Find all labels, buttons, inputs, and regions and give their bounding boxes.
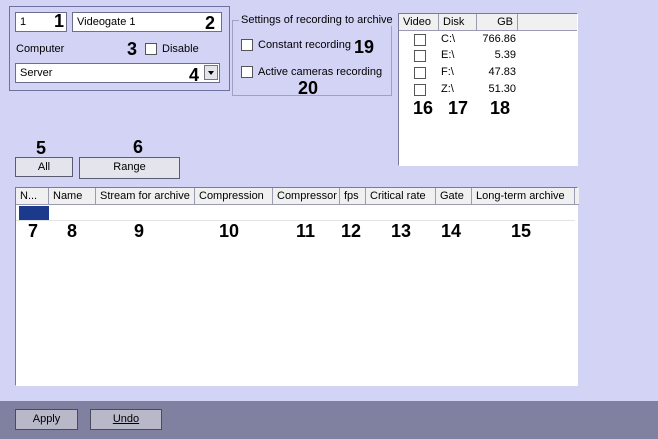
- col-fps[interactable]: fps: [340, 188, 366, 205]
- disk-list[interactable]: Video Disk GB C:\ 766.86 E:\ 5.39 F:\ 47…: [398, 13, 578, 166]
- active-cameras-box[interactable]: [241, 66, 253, 78]
- video-checkbox[interactable]: [414, 34, 426, 46]
- disable-checkbox[interactable]: [145, 43, 157, 58]
- active-cameras-checkbox[interactable]: [241, 66, 253, 81]
- col-compressor[interactable]: Compressor: [273, 188, 340, 205]
- disk-col-video[interactable]: Video: [399, 14, 439, 31]
- video-checkbox[interactable]: [414, 67, 426, 79]
- callout-5: 5: [36, 138, 47, 158]
- col-long-term-archive[interactable]: Long-term archive: [472, 188, 575, 205]
- camera-name-field[interactable]: Videogate 1: [72, 12, 222, 32]
- disk-row[interactable]: F:\ 47.83: [399, 65, 518, 81]
- selected-cell[interactable]: [19, 206, 49, 220]
- callout-16: 16: [413, 98, 434, 118]
- disable-checkbox-box[interactable]: [145, 43, 157, 55]
- callout-10: 10: [219, 221, 240, 241]
- disk-row[interactable]: C:\ 766.86: [399, 32, 518, 48]
- disk-name: F:\: [441, 66, 454, 78]
- disk-gb: 51.30: [488, 83, 516, 95]
- disk-col-disk[interactable]: Disk: [439, 14, 477, 31]
- constant-recording-box[interactable]: [241, 39, 253, 51]
- callout-11: 11: [296, 221, 316, 241]
- col-filler: [575, 188, 579, 205]
- camera-table[interactable]: N... Name Stream for archive Compression…: [15, 187, 579, 386]
- callout-4: 4: [189, 65, 200, 85]
- disk-col-filler: [518, 14, 577, 31]
- disk-name: Z:\: [441, 83, 454, 95]
- callout-19: 19: [354, 37, 375, 57]
- constant-recording-checkbox[interactable]: [241, 39, 253, 54]
- computer-label: Computer: [16, 43, 65, 55]
- callout-13: 13: [391, 221, 412, 241]
- recording-settings-title: Settings of recording to archive: [239, 14, 395, 26]
- callout-9: 9: [134, 221, 145, 241]
- col-compression[interactable]: Compression: [195, 188, 273, 205]
- disk-row[interactable]: E:\ 5.39: [399, 48, 518, 64]
- disk-gb: 5.39: [494, 49, 516, 61]
- callout-12: 12: [341, 221, 362, 241]
- callout-8: 8: [67, 221, 78, 241]
- constant-recording-label: Constant recording: [258, 39, 351, 51]
- table-row[interactable]: [16, 206, 575, 221]
- callout-3: 3: [127, 39, 138, 59]
- video-checkbox[interactable]: [414, 50, 426, 62]
- col-number[interactable]: N...: [16, 188, 49, 205]
- disk-gb: 766.86: [482, 33, 516, 45]
- chevron-down-icon[interactable]: [204, 65, 218, 80]
- apply-button[interactable]: Apply: [15, 409, 78, 430]
- callout-14: 14: [441, 221, 462, 241]
- disk-row[interactable]: Z:\ 51.30: [399, 82, 518, 98]
- col-stream[interactable]: Stream for archive: [96, 188, 195, 205]
- range-button[interactable]: Range: [79, 157, 180, 179]
- callout-17: 17: [448, 98, 469, 118]
- callout-20: 20: [298, 78, 319, 98]
- callout-6: 6: [133, 137, 144, 157]
- all-button[interactable]: All: [15, 157, 73, 177]
- disk-name: C:\: [441, 33, 456, 45]
- col-critical-rate[interactable]: Critical rate: [366, 188, 436, 205]
- disk-name: E:\: [441, 49, 455, 61]
- undo-button[interactable]: Undo: [90, 409, 162, 430]
- col-gate[interactable]: Gate: [436, 188, 472, 205]
- disable-label: Disable: [162, 43, 199, 55]
- disk-gb: 47.83: [488, 66, 516, 78]
- active-cameras-label: Active cameras recording: [258, 66, 383, 78]
- computer-select-value: Server: [20, 67, 53, 79]
- callout-2: 2: [205, 13, 216, 33]
- col-name[interactable]: Name: [49, 188, 96, 205]
- callout-7: 7: [28, 221, 39, 241]
- callout-1: 1: [54, 11, 65, 31]
- video-checkbox[interactable]: [414, 84, 426, 96]
- callout-15: 15: [511, 221, 532, 241]
- disk-col-gb[interactable]: GB: [477, 14, 518, 31]
- callout-18: 18: [490, 98, 511, 118]
